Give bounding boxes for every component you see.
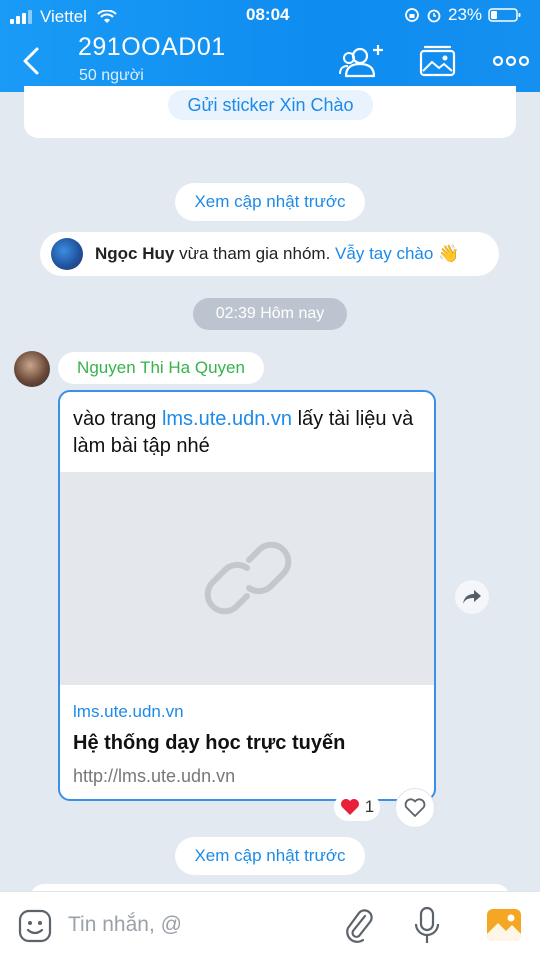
link-preview-image[interactable] — [60, 472, 434, 685]
status-bar: Viettel — [10, 7, 117, 27]
gallery-icon — [419, 45, 456, 77]
send-sticker-button[interactable]: Gửi sticker Xin Chào — [168, 90, 373, 120]
join-action: vừa tham gia nhóm. — [179, 244, 331, 263]
load-more-bottom-button[interactable]: Xem cập nhật trước — [175, 837, 365, 875]
status-time: 08:04 — [246, 5, 290, 24]
member-count[interactable]: 50 người — [79, 67, 144, 85]
status-right: 23% — [404, 5, 522, 25]
message-link[interactable]: lms.ute.udn.vn — [162, 408, 292, 430]
reaction-count: 1 — [364, 797, 375, 816]
carrier-name: Viettel — [40, 7, 87, 26]
join-member-name[interactable]: Ngọc Huy — [95, 244, 174, 263]
attach-icon — [346, 909, 373, 943]
photo-button[interactable] — [486, 908, 522, 942]
header-bar: Viettel 08:04 23% 291OOAD01 50 người — [0, 0, 540, 92]
message-text-before: vào trang — [73, 408, 157, 430]
reaction-heart-icon — [340, 799, 359, 815]
sticker-icon — [18, 909, 52, 943]
link-icon — [204, 541, 292, 615]
sticker-button[interactable] — [17, 908, 53, 944]
time-divider: 02:39 Hôm nay — [193, 298, 347, 330]
group-title[interactable]: 291OOAD01 — [78, 33, 226, 62]
mic-icon — [414, 906, 440, 943]
preview-url[interactable]: http://lms.ute.udn.vn — [73, 766, 235, 787]
signal-icon — [10, 10, 32, 24]
share-icon — [463, 590, 481, 604]
heart-icon — [404, 798, 426, 817]
attach-button[interactable] — [343, 907, 375, 945]
join-notice: Ngọc Huy vừa tham gia nhóm. Vẫy tay chào… — [40, 232, 499, 276]
add-member-button[interactable] — [338, 42, 386, 80]
sender-avatar[interactable] — [14, 351, 50, 387]
mic-button[interactable] — [413, 906, 441, 946]
preview-domain[interactable]: lms.ute.udn.vn — [73, 702, 184, 722]
composer-bar: Tin nhắn, @ — [0, 891, 540, 962]
message-input[interactable]: Tin nhắn, @ — [68, 913, 182, 937]
sender-name[interactable]: Nguyen Thi Ha Quyen — [58, 352, 264, 384]
preview-title[interactable]: Hệ thống dạy học trực tuyến — [73, 732, 345, 755]
more-icon — [492, 55, 530, 67]
photo-icon — [487, 909, 521, 941]
alarm-icon — [427, 9, 441, 23]
message-text: vào trang lms.ute.udn.vn lấy tài liệu và… — [73, 406, 423, 460]
back-button[interactable] — [18, 44, 46, 78]
wave-emoji[interactable]: 👋 — [438, 244, 459, 263]
share-button[interactable] — [455, 580, 489, 614]
gallery-button[interactable] — [418, 44, 458, 78]
react-button[interactable] — [395, 788, 435, 828]
reaction-badge[interactable]: 1 — [334, 793, 380, 821]
more-button[interactable] — [492, 50, 530, 72]
message-bubble[interactable]: vào trang lms.ute.udn.vn lấy tài liệu và… — [58, 390, 436, 801]
wave-button[interactable]: Vẫy tay chào — [335, 244, 433, 263]
battery-percent: 23% — [448, 5, 483, 24]
wifi-icon — [97, 10, 117, 23]
add-member-icon — [339, 45, 383, 78]
join-notice-text: Ngọc Huy vừa tham gia nhóm. Vẫy tay chào… — [95, 244, 459, 264]
battery-icon — [488, 8, 521, 22]
rotation-lock-icon — [405, 8, 419, 22]
member-avatar[interactable] — [51, 238, 83, 270]
load-more-top-button[interactable]: Xem cập nhật trước — [175, 183, 365, 221]
back-icon — [23, 47, 39, 75]
